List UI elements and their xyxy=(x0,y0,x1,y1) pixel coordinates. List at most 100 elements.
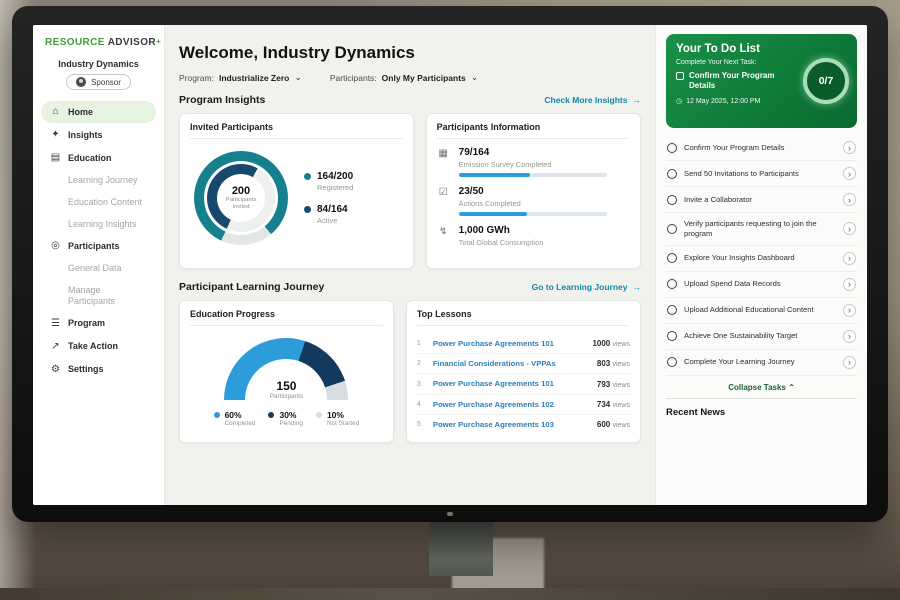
sidebar-item-participants[interactable]: ◎ Participants xyxy=(41,235,156,257)
task-row-achieve-target[interactable]: Achieve One Sustainability Target › xyxy=(666,324,857,350)
legend-item-not-started: 10% Not Started xyxy=(316,410,359,427)
sponsor-badge-label: Sponsor xyxy=(91,78,121,87)
lesson-title-link[interactable]: Power Purchase Agreements 101 xyxy=(433,379,589,388)
checkbox-icon[interactable] xyxy=(667,169,677,179)
collapse-tasks-link[interactable]: Collapse Tasks ⌃ xyxy=(666,383,857,392)
lesson-title-link[interactable]: Financial Considerations - VPPAs xyxy=(433,359,589,368)
task-label: Upload Additional Educational Content xyxy=(684,305,836,315)
due-date: 12 May 2025, 12:00 PM xyxy=(686,98,760,105)
sidebar-item-learning-insights[interactable]: Learning Insights xyxy=(41,214,156,235)
sidebar-item-education[interactable]: ▤ Education xyxy=(41,147,156,169)
sidebar-item-manage-participants[interactable]: Manage Participants xyxy=(41,280,156,312)
task-row-upload-educational-content[interactable]: Upload Additional Educational Content › xyxy=(666,298,857,324)
sidebar-item-learning-journey[interactable]: Learning Journey xyxy=(41,170,156,191)
checkbox-icon[interactable] xyxy=(667,195,677,205)
donut-center-value: 200 xyxy=(232,185,250,197)
checkbox-icon[interactable] xyxy=(667,224,677,234)
sidebar-item-label: Take Action xyxy=(68,341,118,352)
program-select[interactable]: Program: Industrialize Zero ⌄ xyxy=(179,72,302,83)
task-row-complete-learning-journey[interactable]: Complete Your Learning Journey › xyxy=(666,350,857,376)
sidebar-item-label: Education xyxy=(68,153,112,164)
invited-card-body: 200 Participants Invited 164/200 Registe… xyxy=(190,147,403,249)
legend-item-active: 84/164 Active xyxy=(304,204,353,225)
pending-pct: 30% xyxy=(279,410,302,420)
sidebar-item-label: Settings xyxy=(68,364,104,375)
task-row-upload-spend-data[interactable]: Upload Spend Data Records › xyxy=(666,272,857,298)
chevron-right-icon[interactable]: › xyxy=(843,278,856,291)
sponsor-badge[interactable]: Sponsor xyxy=(66,74,131,90)
chevron-right-icon[interactable]: › xyxy=(843,167,856,180)
task-row-confirm-program[interactable]: Confirm Your Program Details › xyxy=(666,135,857,161)
checkbox-icon[interactable] xyxy=(667,279,677,289)
logo-plus: + xyxy=(156,37,161,46)
go-to-learning-journey-link[interactable]: Go to Learning Journey → xyxy=(532,282,641,292)
checkbox-icon[interactable] xyxy=(667,253,677,263)
task-row-invite-collaborator[interactable]: Invite a Collaborator › xyxy=(666,187,857,213)
sidebar-item-program[interactable]: ☰ Program xyxy=(41,313,156,335)
arrow-right-icon: → xyxy=(633,95,642,105)
collapse-label: Collapse Tasks xyxy=(728,383,786,392)
card-title: Participants Information xyxy=(437,122,630,139)
lesson-title-link[interactable]: Power Purchase Agreements 102 xyxy=(433,400,589,409)
sidebar-item-settings[interactable]: ⚙ Settings xyxy=(41,359,156,381)
gear-icon: ⚙ xyxy=(50,364,61,376)
not-started-label: Not Started xyxy=(327,420,359,427)
card-title: Invited Participants xyxy=(190,122,403,139)
sidebar-item-label: Manage Participants xyxy=(68,285,147,307)
checkbox-icon[interactable] xyxy=(667,357,677,367)
gauge-center: 150 Participants xyxy=(224,379,348,400)
emission-progress-bar xyxy=(459,173,607,177)
task-row-verify-participants[interactable]: Verify participants requesting to join t… xyxy=(666,213,857,246)
chevron-right-icon[interactable]: › xyxy=(843,330,856,343)
not-started-dot-icon xyxy=(316,412,322,418)
checkbox-icon[interactable] xyxy=(667,331,677,341)
sidebar-item-general-data[interactable]: General Data xyxy=(41,258,156,279)
lesson-views: 793 xyxy=(597,380,610,389)
checkbox-icon[interactable] xyxy=(667,143,677,153)
lesson-views: 734 xyxy=(597,400,610,409)
completed-label: Completed xyxy=(225,420,256,427)
lesson-row[interactable]: 1 Power Purchase Agreements 101 1000 vie… xyxy=(417,334,630,354)
sidebar-item-label: Education Content xyxy=(68,197,142,208)
lesson-rank: 4 xyxy=(417,401,425,408)
lesson-row[interactable]: 5 Power Purchase Agreements 103 600 view… xyxy=(417,415,630,434)
participants-value: Only My Participants xyxy=(382,73,466,83)
filter-bar: Program: Industrialize Zero ⌄ Participan… xyxy=(179,72,641,83)
lesson-title-link[interactable]: Power Purchase Agreements 103 xyxy=(433,420,589,429)
check-more-insights-link[interactable]: Check More Insights → xyxy=(544,95,641,105)
sidebar-item-education-content[interactable]: Education Content xyxy=(41,192,156,213)
sidebar-item-home[interactable]: ⌂ Home xyxy=(41,101,156,123)
checkbox-icon[interactable] xyxy=(676,72,684,80)
views-word: views xyxy=(612,361,630,368)
chevron-right-icon[interactable]: › xyxy=(843,252,856,265)
chevron-right-icon[interactable]: › xyxy=(843,304,856,317)
checkbox-icon[interactable] xyxy=(667,305,677,315)
list-icon: ☰ xyxy=(50,318,61,330)
chevron-right-icon[interactable]: › xyxy=(843,222,856,235)
task-label: Achieve One Sustainability Target xyxy=(684,331,836,341)
participants-select[interactable]: Participants: Only My Participants ⌄ xyxy=(330,72,478,83)
chevron-right-icon[interactable]: › xyxy=(843,193,856,206)
lesson-row[interactable]: 2 Financial Considerations - VPPAs 803 v… xyxy=(417,354,630,374)
pending-dot-icon xyxy=(268,412,274,418)
lesson-row[interactable]: 4 Power Purchase Agreements 102 734 view… xyxy=(417,395,630,415)
stat-label: Total Global Consumption xyxy=(459,238,544,247)
section-title: Program Insights xyxy=(179,94,265,106)
task-row-explore-insights[interactable]: Explore Your Insights Dashboard › xyxy=(666,246,857,272)
chevron-right-icon[interactable]: › xyxy=(843,356,856,369)
task-label: Confirm Your Program Details xyxy=(684,143,836,153)
task-row-send-invitations[interactable]: Send 50 Invitations to Participants › xyxy=(666,161,857,187)
lesson-row[interactable]: 3 Power Purchase Agreements 101 793 view… xyxy=(417,374,630,394)
sidebar-item-take-action[interactable]: ↗ Take Action xyxy=(41,336,156,358)
top-lessons-card: Top Lessons 1 Power Purchase Agreements … xyxy=(406,300,641,443)
sidebar-item-insights[interactable]: ✦ Insights xyxy=(41,124,156,146)
insights-icon: ✦ xyxy=(50,129,61,141)
stat-actions-completed: ☑ 23/50 Actions Completed xyxy=(437,186,630,216)
insights-cards-row: Invited Participants 200 Participants In… xyxy=(179,113,641,269)
chevron-right-icon[interactable]: › xyxy=(843,141,856,154)
lesson-title-link[interactable]: Power Purchase Agreements 101 xyxy=(433,339,585,348)
todo-next-task[interactable]: Confirm Your Program Details xyxy=(676,71,797,91)
lesson-views: 1000 xyxy=(592,339,610,348)
learning-journey-header: Participant Learning Journey Go to Learn… xyxy=(179,281,641,293)
donut-center-label: Participants Invited xyxy=(221,197,261,211)
